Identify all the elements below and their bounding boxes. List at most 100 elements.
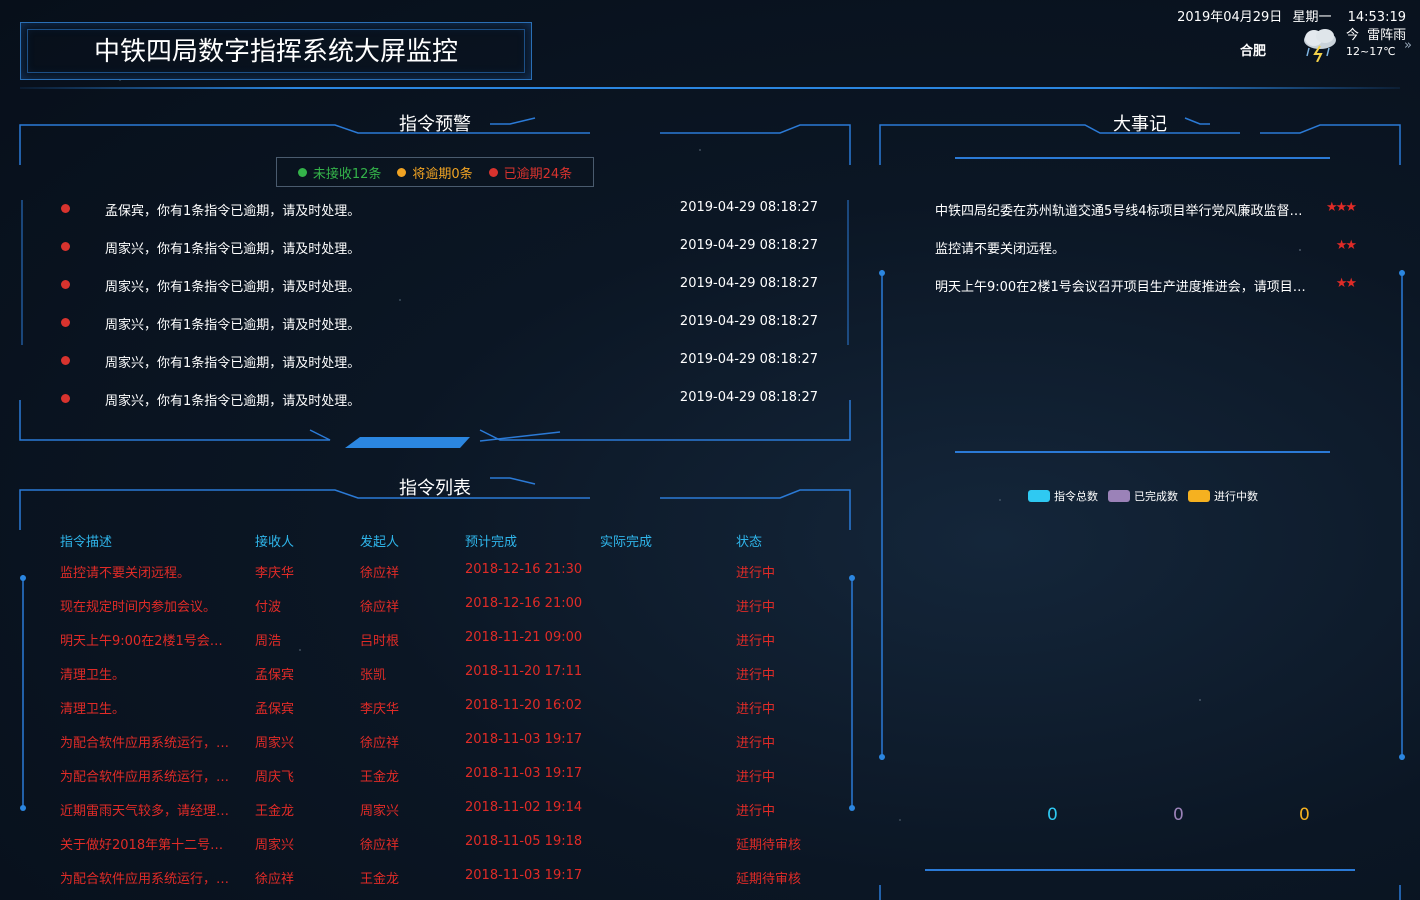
legend-completed[interactable]: 已完成数: [1108, 488, 1178, 504]
event-item[interactable]: 监控请不要关闭远程。 ★★: [935, 238, 1357, 258]
red-dot-icon: [61, 280, 70, 289]
cell-desc: 近期雷雨天气较多，请经理部各部门注意: [60, 804, 235, 819]
chevron-right-icon[interactable]: »: [1404, 38, 1412, 53]
orange-dot-icon: [397, 167, 407, 177]
legend-in-progress[interactable]: 进行中数: [1188, 488, 1258, 504]
warning-item[interactable]: 孟保宾，你有1条指令已逾期，请及时处理。 2019-04-29 08:18:27: [58, 198, 818, 219]
warning-time: 2019-04-29 08:18:27: [679, 276, 818, 291]
completed-count: 0: [1173, 805, 1184, 825]
cell-status: 进行中: [736, 634, 776, 649]
column-header-receiver[interactable]: 接收人: [255, 531, 294, 550]
warning-item[interactable]: 周家兴，你有1条指令已逾期，请及时处理。 2019-04-29 08:18:27: [58, 274, 818, 295]
cell-status: 进行中: [736, 804, 776, 819]
legend-unreceived[interactable]: 未接收12条: [297, 163, 382, 182]
column-header-sender[interactable]: 发起人: [360, 531, 399, 550]
warning-panel-title: 指令预警: [399, 114, 471, 135]
cell-planned: 2018-11-02 19:14: [465, 800, 583, 815]
table-row[interactable]: 为配合软件应用系统运行，请各部门配合 周家兴 徐应祥 2018-11-03 19:17…: [60, 732, 840, 752]
cell-desc: 为配合软件应用系统运行，请各部门配合: [60, 770, 235, 785]
cell-planned: 2018-12-16 21:00: [465, 596, 583, 611]
weather-day: 今: [1346, 28, 1360, 43]
cell-status: 进行中: [736, 702, 776, 717]
orange-swatch-icon: [1188, 490, 1210, 502]
warning-item[interactable]: 周家兴，你有1条指令已逾期，请及时处理。 2019-04-29 08:18:27: [58, 350, 818, 371]
red-dot-icon: [488, 167, 498, 177]
warning-item[interactable]: 周家兴，你有1条指令已逾期，请及时处理。 2019-04-29 08:18:27: [58, 312, 818, 333]
table-row[interactable]: 关于做好2018年第十二号台风防范工作 周家兴 徐应祥 2018-11-05 19:1…: [60, 834, 840, 854]
command-panel-title: 指令列表: [399, 478, 471, 499]
event-text: 明天上午9:00在2楼1号会议召开项目生产进度推进会，请项目部中层以上人员参加: [935, 280, 1315, 295]
cell-planned: 2018-12-16 21:30: [465, 562, 583, 577]
weather-desc: 雷阵雨: [1367, 28, 1407, 43]
cell-receiver: 周家兴: [255, 838, 295, 853]
page-title: 中铁四局数字指挥系统大屏监控: [93, 37, 458, 67]
cell-receiver: 周浩: [255, 634, 282, 649]
cell-planned: 2018-11-03 19:17: [465, 732, 583, 747]
legend-total-label: 指令总数: [1054, 490, 1098, 503]
cell-sender: 张凯: [360, 668, 387, 683]
time-text: 14:53:19: [1347, 10, 1406, 25]
cell-planned: 2018-11-20 16:02: [465, 698, 583, 713]
warning-time: 2019-04-29 08:18:27: [679, 314, 818, 329]
starfield-background: [0, 0, 1420, 900]
cell-desc: 监控请不要关闭远程。: [60, 566, 191, 581]
cell-sender: 徐应祥: [360, 600, 400, 615]
legend-due-soon-label: 将逾期0条: [412, 166, 473, 182]
warning-legend: 未接收12条 将逾期0条 已逾期24条: [276, 157, 594, 187]
red-dot-icon: [61, 356, 70, 365]
table-row[interactable]: 清理卫生。 孟保宾 张凯 2018-11-20 17:11 进行中: [60, 664, 840, 684]
cell-desc: 清理卫生。: [60, 702, 126, 717]
cell-desc: 为配合软件应用系统运行，请各部门配合: [60, 872, 235, 887]
cell-status: 进行中: [736, 736, 776, 751]
warning-message: 孟保宾，你有1条指令已逾期，请及时处理。: [105, 204, 361, 219]
warning-time: 2019-04-29 08:18:27: [679, 238, 818, 253]
table-row[interactable]: 监控请不要关闭远程。 李庆华 徐应祥 2018-12-16 21:30 进行中: [60, 562, 840, 582]
warning-message: 周家兴，你有1条指令已逾期，请及时处理。: [105, 242, 361, 257]
red-dot-icon: [61, 242, 70, 251]
column-header-status[interactable]: 状态: [736, 531, 762, 550]
table-row[interactable]: 现在规定时间内参加会议。 付波 徐应祥 2018-12-16 21:00 进行中: [60, 596, 840, 616]
cell-planned: 2018-11-21 09:00: [465, 630, 583, 645]
legend-total[interactable]: 指令总数: [1028, 488, 1098, 504]
stats-legend: 指令总数 已完成数 进行中数: [1028, 488, 1258, 504]
warning-time: 2019-04-29 08:18:27: [679, 390, 818, 405]
cell-desc: 为配合软件应用系统运行，请各部门配合: [60, 736, 235, 751]
warning-message: 周家兴，你有1条指令已逾期，请及时处理。: [105, 394, 361, 409]
legend-completed-label: 已完成数: [1134, 490, 1178, 503]
star-rating: ★★: [1335, 276, 1357, 291]
table-row[interactable]: 为配合软件应用系统运行，请各部门配合 周庆飞 王金龙 2018-11-03 19:17…: [60, 766, 840, 786]
legend-due-soon[interactable]: 将逾期0条: [397, 163, 473, 182]
legend-overdue-label: 已逾期24条: [503, 166, 573, 182]
table-row[interactable]: 近期雷雨天气较多，请经理部各部门注意 王金龙 周家兴 2018-11-02 19:14…: [60, 800, 840, 820]
cell-sender: 王金龙: [360, 872, 400, 887]
table-row[interactable]: 为配合软件应用系统运行，请各部门配合 徐应祥 王金龙 2018-11-03 19:17…: [60, 868, 840, 888]
cell-desc: 明天上午9:00在2楼1号会议室召开项目生产进度推进会: [60, 634, 235, 649]
table-row[interactable]: 明天上午9:00在2楼1号会议室召开项目生产进度推进会 周浩 吕时根 2018-11-…: [60, 630, 840, 650]
table-row[interactable]: 清理卫生。 孟保宾 李庆华 2018-11-20 16:02 进行中: [60, 698, 840, 718]
warning-item[interactable]: 周家兴，你有1条指令已逾期，请及时处理。 2019-04-29 08:18:27: [58, 236, 818, 257]
cell-sender: 徐应祥: [360, 736, 400, 751]
total-count: 0: [1047, 805, 1058, 825]
cell-sender: 王金龙: [360, 770, 400, 785]
cell-receiver: 徐应祥: [255, 872, 295, 887]
warning-item[interactable]: 周家兴，你有1条指令已逾期，请及时处理。 2019-04-29 08:18:27: [58, 388, 818, 409]
header-divider: [20, 87, 1400, 89]
legend-unreceived-label: 未接收12条: [312, 166, 382, 182]
weather-temp: 12~17℃: [1346, 45, 1396, 58]
legend-overdue[interactable]: 已逾期24条: [488, 163, 573, 182]
warning-panel-frame: [19, 117, 1405, 900]
red-dot-icon: [61, 394, 70, 403]
column-header-desc[interactable]: 指令描述: [60, 531, 112, 550]
event-item[interactable]: 中铁四局纪委在苏州轨道交通5号线4标项目举行党风廉政监督员聘任仪式 ★★★: [935, 200, 1357, 220]
cell-sender: 徐应祥: [360, 838, 400, 853]
event-item[interactable]: 明天上午9:00在2楼1号会议召开项目生产进度推进会，请项目部中层以上人员参加 …: [935, 276, 1357, 296]
cell-status: 延期待审核: [736, 838, 802, 853]
warning-time: 2019-04-29 08:18:27: [679, 352, 818, 367]
column-header-planned[interactable]: 预计完成: [465, 531, 517, 550]
cell-status: 延期待审核: [736, 872, 802, 887]
cell-sender: 徐应祥: [360, 566, 400, 581]
warning-message: 周家兴，你有1条指令已逾期，请及时处理。: [105, 280, 361, 295]
column-header-actual[interactable]: 实际完成: [600, 531, 652, 550]
cell-desc: 现在规定时间内参加会议。: [60, 600, 217, 615]
city-label[interactable]: 合肥: [1240, 40, 1266, 59]
